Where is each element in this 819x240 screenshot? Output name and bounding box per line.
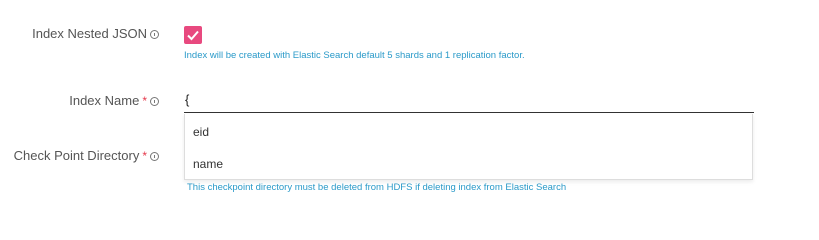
info-icon[interactable]	[150, 97, 159, 106]
required-marker: *	[142, 94, 147, 108]
index-nested-json-checkbox[interactable]	[184, 26, 202, 44]
checkpoint-directory-label: Check Point Directory *	[14, 148, 147, 163]
info-icon[interactable]	[150, 30, 159, 39]
index-name-suggestions: eid name	[184, 114, 753, 180]
index-name-input[interactable]	[184, 87, 754, 113]
checkmark-icon	[187, 30, 199, 41]
index-name-label-text: Index Name	[69, 93, 140, 108]
checkpoint-directory-help: This checkpoint directory must be delete…	[187, 182, 567, 193]
index-nested-json-label-text: Index Nested JSON	[32, 26, 147, 41]
suggestion-item[interactable]: eid	[193, 125, 209, 139]
form-section: Index Nested JSON Index will be created …	[0, 0, 819, 211]
index-nested-json-help: Index will be created with Elastic Searc…	[184, 50, 525, 61]
suggestion-item[interactable]: name	[193, 157, 223, 171]
info-icon[interactable]	[150, 152, 159, 161]
required-marker: *	[142, 149, 147, 163]
index-nested-json-label: Index Nested JSON	[32, 26, 147, 41]
checkpoint-directory-label-text: Check Point Directory	[13, 148, 140, 163]
index-name-label: Index Name *	[69, 93, 147, 108]
